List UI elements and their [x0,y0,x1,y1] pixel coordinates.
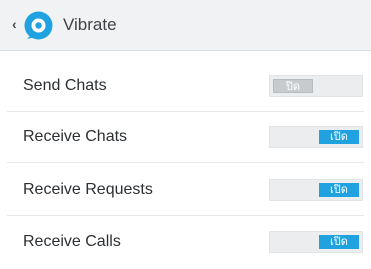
divider [7,111,364,112]
setting-row-send-chats: Send Chats ปิด [7,62,371,112]
toggle-knob: ปิด [273,79,313,93]
setting-label: Receive Requests [23,181,153,198]
setting-row-receive-requests: Receive Requests เปิด [7,166,371,216]
page-title: Vibrate [63,15,117,34]
setting-label: Send Chats [23,77,107,94]
back-arrow-icon[interactable]: ‹ [12,16,17,32]
receive-calls-toggle[interactable]: เปิด [269,231,363,253]
toggle-knob: เปิด [319,235,359,249]
header-bar: ‹ Vibrate [0,0,371,51]
receive-chats-toggle[interactable]: เปิด [269,126,363,148]
send-chats-toggle[interactable]: ปิด [269,75,363,97]
setting-label: Receive Calls [23,233,121,250]
receive-requests-toggle[interactable]: เปิด [269,179,363,201]
setting-row-receive-calls: Receive Calls เปิด [7,218,371,268]
toggle-knob: เปิด [319,183,359,197]
divider [7,215,364,216]
chat-bubble-logo-icon[interactable] [23,10,54,41]
toggle-knob: เปิด [319,130,359,144]
divider [7,162,364,163]
setting-label: Receive Chats [23,128,128,145]
setting-row-receive-chats: Receive Chats เปิด [7,113,371,163]
